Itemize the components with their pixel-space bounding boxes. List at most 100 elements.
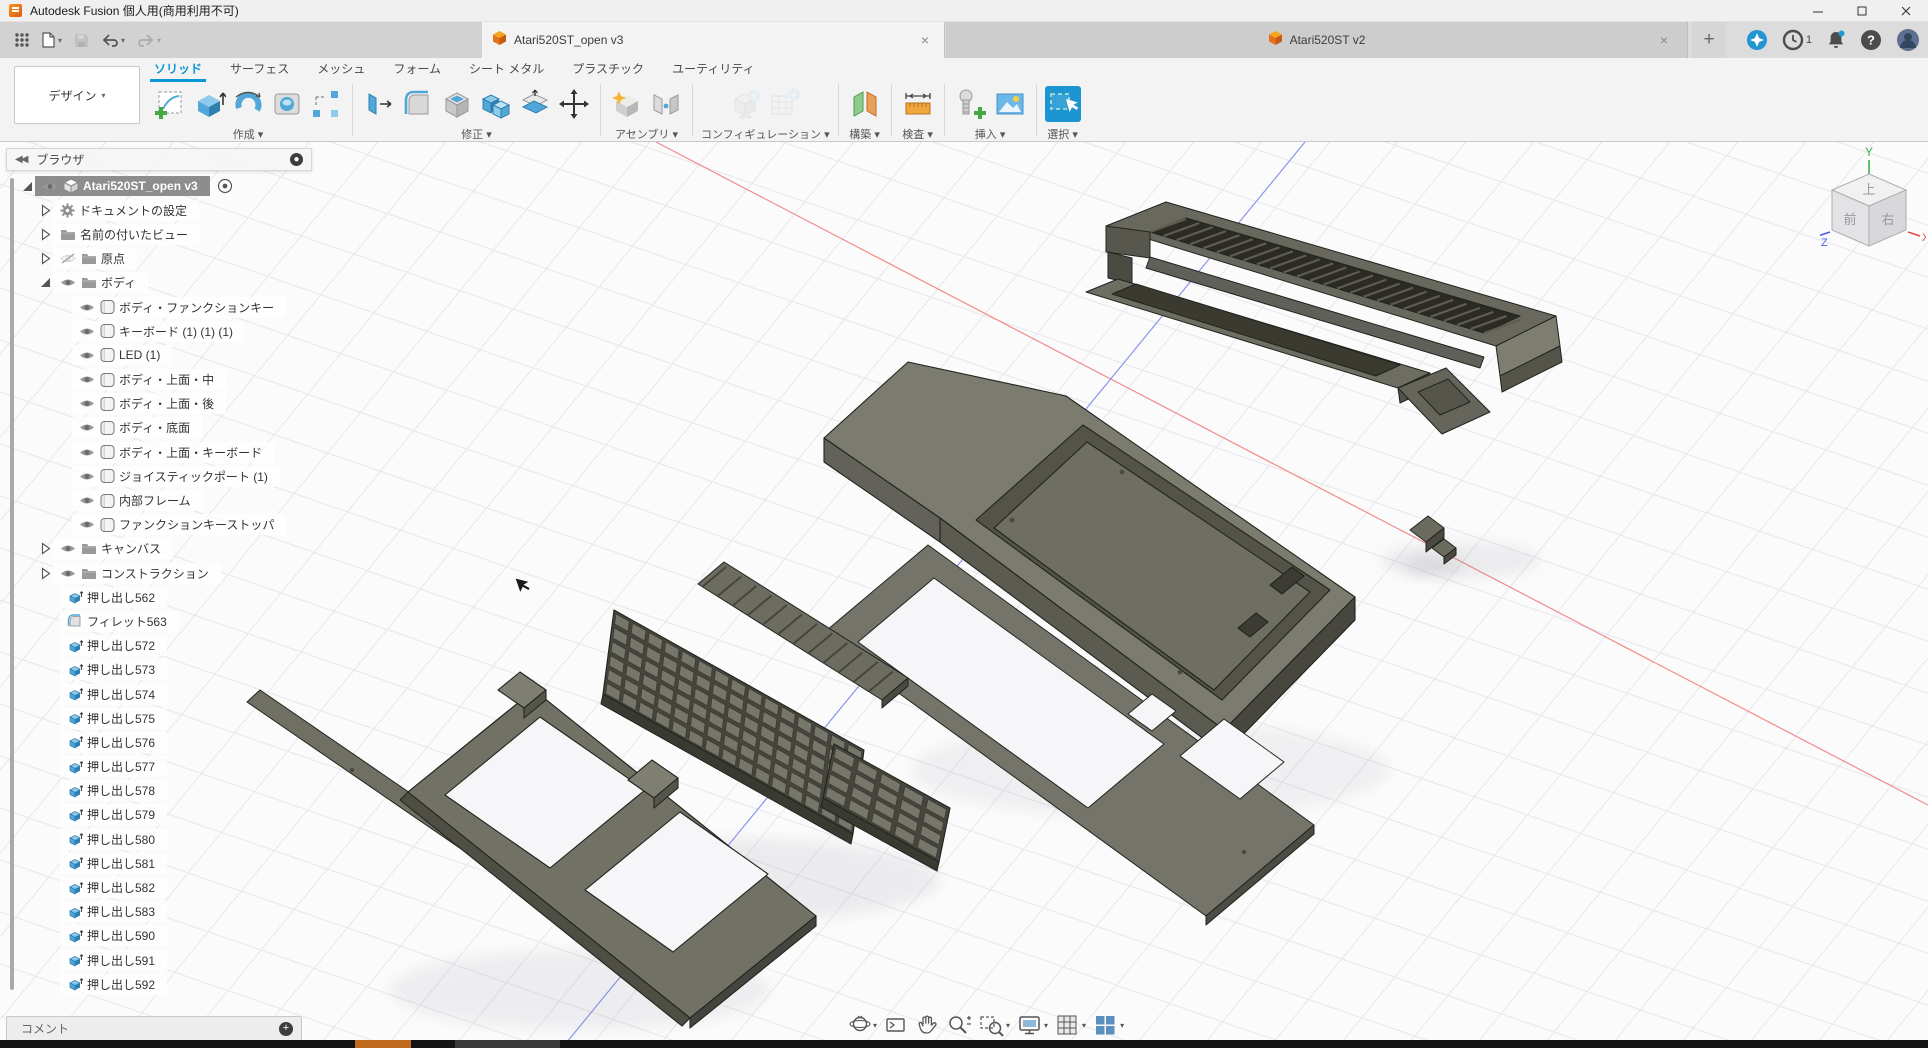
browser-row[interactable]: ボディ・上面・中 bbox=[6, 368, 326, 392]
visibility-eye-icon[interactable] bbox=[79, 398, 95, 409]
ribbon-group-label[interactable]: コンフィギュレーション ▾ bbox=[701, 126, 830, 142]
browser-row[interactable]: キーボード (1) (1) (1) bbox=[6, 319, 326, 343]
redo-button[interactable]: ▾ bbox=[133, 30, 165, 50]
ribbon-tab-1[interactable]: ソリッド bbox=[140, 56, 216, 82]
ribbon-group-label[interactable]: 構築 ▾ bbox=[849, 126, 880, 142]
visibility-eye-icon[interactable] bbox=[79, 519, 95, 530]
browser-row[interactable]: ボディ・上面・後 bbox=[6, 392, 326, 416]
ribbon-group-label[interactable]: 作成 ▾ bbox=[233, 126, 264, 142]
ribbon-tab-4[interactable]: フォーム bbox=[379, 56, 455, 82]
measure-icon[interactable] bbox=[900, 86, 936, 122]
expander-closed-icon[interactable] bbox=[38, 204, 53, 217]
ribbon-group-label[interactable]: 検査 ▾ bbox=[902, 126, 933, 142]
config-insert-icon[interactable] bbox=[728, 86, 764, 122]
grid-settings-icon[interactable]: ▾ bbox=[1055, 1013, 1086, 1037]
feature-row[interactable]: 押し出し576 bbox=[6, 730, 326, 754]
taskbar-active-app[interactable] bbox=[355, 1040, 411, 1048]
visibility-eye-icon[interactable] bbox=[60, 543, 76, 554]
browser-row[interactable]: ボディ bbox=[6, 271, 326, 295]
feature-row[interactable]: 押し出し591 bbox=[6, 948, 326, 972]
ribbon-tab-7[interactable]: ユーティリティ bbox=[658, 56, 769, 82]
close-button[interactable] bbox=[1884, 0, 1928, 22]
visibility-eye-icon[interactable] bbox=[60, 568, 76, 579]
hole-icon[interactable] bbox=[269, 86, 305, 122]
os-taskbar[interactable] bbox=[0, 1040, 1928, 1048]
extensions-icon[interactable] bbox=[1746, 29, 1768, 51]
insert-fastener-icon[interactable] bbox=[953, 86, 989, 122]
feature-row[interactable]: 押し出し574 bbox=[6, 682, 326, 706]
visibility-eye-icon[interactable] bbox=[79, 422, 95, 433]
config-table-icon[interactable] bbox=[767, 86, 803, 122]
feature-row[interactable]: 押し出し579 bbox=[6, 803, 326, 827]
ribbon-group-label[interactable]: 挿入 ▾ bbox=[975, 126, 1006, 142]
ribbon-tab-2[interactable]: サーフェス bbox=[216, 56, 303, 82]
ribbon-group-label[interactable]: 修正 ▾ bbox=[461, 126, 492, 142]
browser-row[interactable]: ボディ・底面 bbox=[6, 416, 326, 440]
browser-row[interactable]: ファンクションキーストッパ bbox=[6, 513, 326, 537]
sketch-icon[interactable] bbox=[152, 86, 188, 122]
visibility-eye-icon[interactable] bbox=[60, 277, 76, 288]
ribbon-tab-5[interactable]: シート メタル bbox=[455, 56, 558, 82]
ribbon-group-label[interactable]: アセンブリ ▾ bbox=[615, 126, 678, 142]
visibility-eye-icon[interactable] bbox=[79, 326, 95, 337]
visibility-eye-icon[interactable] bbox=[42, 181, 58, 192]
feature-row[interactable]: 押し出し581 bbox=[6, 851, 326, 875]
feature-row[interactable]: 押し出し582 bbox=[6, 875, 326, 899]
maximize-button[interactable] bbox=[1840, 0, 1884, 22]
job-status-icon[interactable]: 1 bbox=[1782, 29, 1812, 51]
notification-bell-icon[interactable] bbox=[1826, 29, 1846, 51]
feature-row[interactable]: 押し出し592 bbox=[6, 972, 326, 996]
feature-row[interactable]: 押し出し578 bbox=[6, 779, 326, 803]
document-tab-inactive[interactable]: Atari520ST v2 × bbox=[946, 22, 1688, 58]
combine-icon[interactable] bbox=[478, 86, 514, 122]
presspull-icon[interactable] bbox=[361, 86, 397, 122]
offsetface-icon[interactable] bbox=[517, 86, 553, 122]
feature-row[interactable]: 押し出し575 bbox=[6, 706, 326, 730]
revolve-icon[interactable] bbox=[230, 86, 266, 122]
feature-row[interactable]: フィレット563 bbox=[6, 609, 326, 633]
expander-closed-icon[interactable] bbox=[38, 567, 53, 580]
visibility-eye-icon[interactable] bbox=[79, 495, 95, 506]
extrude-icon[interactable] bbox=[191, 86, 227, 122]
expander-closed-icon[interactable] bbox=[38, 542, 53, 555]
feature-row[interactable]: 押し出し573 bbox=[6, 658, 326, 682]
new-tab-button[interactable]: + bbox=[1692, 22, 1726, 58]
viewport-3d[interactable]: ◀◀ ブラウザ ● Atari520ST_open v3ドキュメントの設定名前の… bbox=[0, 142, 1928, 1040]
undo-button[interactable]: ▾ bbox=[97, 30, 129, 50]
select-icon[interactable] bbox=[1045, 86, 1081, 122]
ribbon-group-label[interactable]: 選択 ▾ bbox=[1047, 126, 1078, 142]
visibility-eye-icon[interactable] bbox=[79, 471, 95, 482]
fillet-icon[interactable] bbox=[400, 86, 436, 122]
browser-header[interactable]: ◀◀ ブラウザ ● bbox=[6, 148, 312, 171]
ribbon-tab-3[interactable]: メッシュ bbox=[303, 56, 379, 82]
feature-row[interactable]: 押し出し580 bbox=[6, 827, 326, 851]
visibility-eye-off-icon[interactable] bbox=[60, 253, 76, 264]
taskbar-app[interactable] bbox=[455, 1040, 560, 1048]
browser-row[interactable]: 内部フレーム bbox=[6, 488, 326, 512]
browser-row[interactable]: Atari520ST_open v3 bbox=[6, 174, 326, 198]
app-grid-icon[interactable] bbox=[10, 29, 34, 51]
activate-component-radio[interactable] bbox=[217, 178, 233, 194]
workspace-selector[interactable]: デザイン ▾ bbox=[14, 66, 140, 124]
zoom-icon[interactable] bbox=[946, 1013, 972, 1037]
plane-icon[interactable] bbox=[847, 86, 883, 122]
save-button[interactable] bbox=[70, 30, 93, 51]
visibility-eye-icon[interactable] bbox=[79, 350, 95, 361]
feature-row[interactable]: 押し出し590 bbox=[6, 924, 326, 948]
browser-options-icon[interactable]: ● bbox=[290, 153, 303, 166]
browser-row[interactable]: ボディ・ファンクションキー bbox=[6, 295, 326, 319]
display-settings-icon[interactable]: ▾ bbox=[1017, 1013, 1048, 1037]
feature-row[interactable]: 押し出し577 bbox=[6, 755, 326, 779]
move-icon[interactable] bbox=[556, 86, 592, 122]
close-icon[interactable]: × bbox=[1655, 32, 1673, 48]
browser-row[interactable]: キャンバス bbox=[6, 537, 326, 561]
expander-open-icon[interactable] bbox=[38, 276, 53, 289]
collapse-panel-icon[interactable]: ◀◀ bbox=[15, 154, 26, 165]
browser-row[interactable]: ドキュメントの設定 bbox=[6, 198, 326, 222]
browser-row[interactable]: ボディ・上面・キーボード bbox=[6, 440, 326, 464]
help-icon[interactable]: ? bbox=[1860, 29, 1882, 51]
browser-row[interactable]: LED (1) bbox=[6, 343, 326, 367]
insert-image-icon[interactable] bbox=[992, 86, 1028, 122]
browser-row[interactable]: ジョイスティックポート (1) bbox=[6, 464, 326, 488]
viewports-icon[interactable]: ▾ bbox=[1093, 1013, 1124, 1037]
